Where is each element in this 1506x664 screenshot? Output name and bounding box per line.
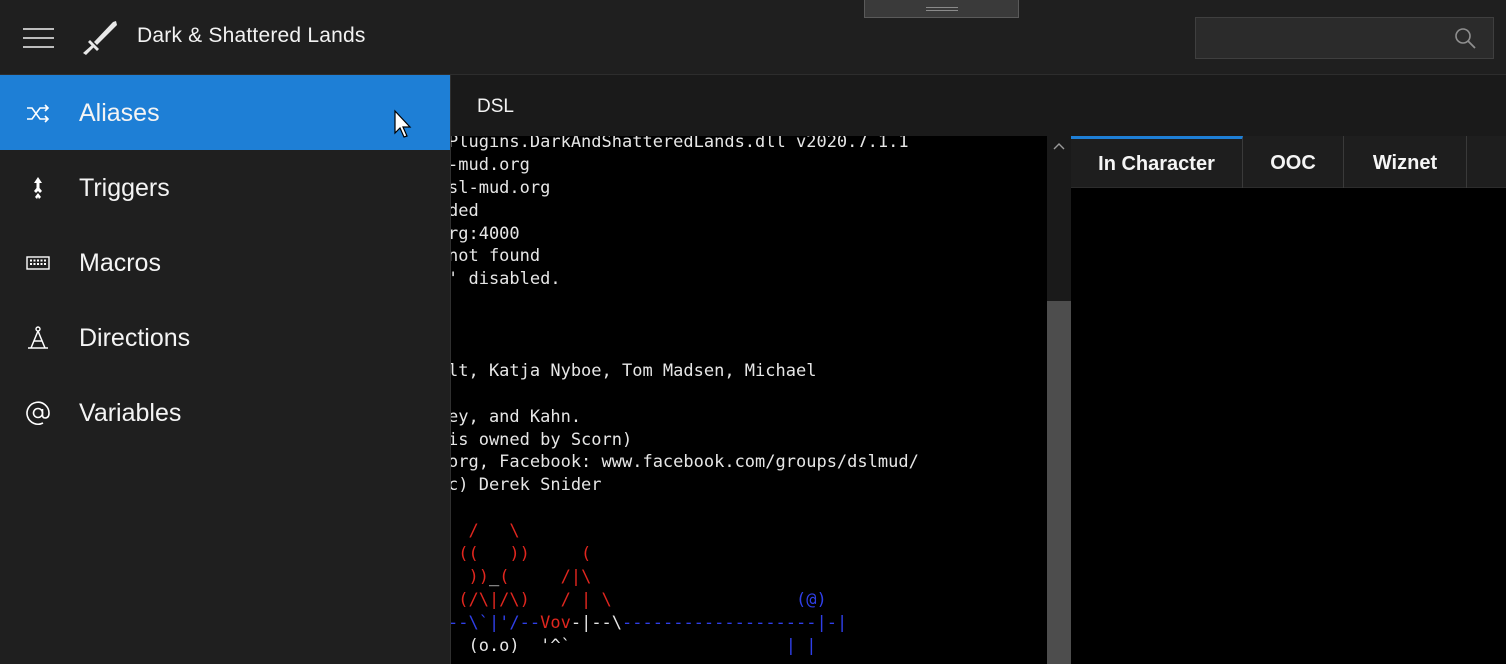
app-title: Dark & Shattered Lands — [137, 24, 366, 47]
at-sign-icon — [26, 401, 50, 425]
channel-panel: In Character OOC Wiznet — [1071, 136, 1506, 664]
main-header: DSL — [451, 75, 1506, 137]
terminal-line: is owned by Scorn) — [451, 429, 919, 452]
tab-wiznet[interactable]: Wiznet — [1344, 136, 1467, 188]
sidebar-item-macros[interactable]: Macros — [0, 225, 450, 300]
terminal-segment: -------------------|-| — [622, 612, 848, 633]
terminal-line: (o.o) '^` | | — [451, 635, 919, 658]
terminal-line: org, Facebook: www.facebook.com/groups/d… — [451, 451, 919, 474]
terminal-segment: --\`|'/-- — [451, 612, 541, 633]
terminal-segment: ded — [451, 200, 479, 221]
sidebar: Aliases Triggers Macros Directions Varia… — [0, 75, 451, 664]
trigger-arrow-icon — [34, 177, 42, 199]
terminal-line: --\`|'/--Vov-|--\-------------------|-| — [451, 612, 919, 635]
terminal-line: -mud.org — [451, 154, 919, 177]
shuffle-icon — [27, 104, 50, 123]
terminal-line: (( )) ( — [451, 543, 919, 566]
terminal-line: rg:4000 — [451, 223, 919, 246]
terminal-line: ded — [451, 200, 919, 223]
sidebar-item-label: Aliases — [79, 99, 160, 127]
sidebar-item-triggers[interactable]: Triggers — [0, 150, 450, 225]
sidebar-item-directions[interactable]: Directions — [0, 300, 450, 375]
terminal-line: / \ — [451, 520, 919, 543]
terminal-line: not found — [451, 245, 919, 268]
terminal-segment: rg:4000 — [451, 223, 520, 244]
sidebar-item-variables[interactable]: Variables — [0, 375, 450, 450]
terminal-segment: sl-mud.org — [451, 177, 551, 198]
terminal-line: (/\|/\) / | \ (@) — [451, 589, 919, 612]
hamburger-menu-button[interactable] — [23, 28, 54, 48]
terminal-text: Plugins.DarkAndShatteredLands.dll v2020.… — [451, 136, 919, 657]
sidebar-item-label: Triggers — [79, 174, 170, 202]
terminal-segment: not found — [451, 246, 541, 267]
sidebar-item-label: Variables — [79, 399, 182, 427]
terminal-segment: ( /|\ — [499, 566, 592, 587]
terminal-line: lt, Katja Nyboe, Tom Madsen, Michael — [451, 360, 919, 383]
search-box[interactable] — [1195, 17, 1494, 59]
terminal-segment: (( )) ( — [451, 544, 592, 565]
terminal-line: c) Derek Snider — [451, 474, 919, 497]
terminal-segment: | | — [570, 635, 817, 656]
tab-ooc[interactable]: OOC — [1243, 136, 1344, 188]
terminal-segment: (/\|/\) / | \ — [451, 589, 612, 610]
terminal-scrollbar[interactable] — [1047, 136, 1071, 664]
terminal-segment: (@) — [611, 589, 827, 610]
terminal-line: ey, and Kahn. — [451, 406, 919, 429]
terminal-segment: ey, and Kahn. — [451, 406, 582, 427]
sidebar-item-label: Macros — [79, 249, 161, 277]
search-icon[interactable] — [1454, 27, 1476, 49]
terminal-line: sl-mud.org — [451, 177, 919, 200]
terminal-segment: -mud.org — [451, 154, 530, 175]
terminal-segment: -|--\ — [570, 612, 623, 633]
mouse-pointer-icon — [394, 109, 412, 138]
terminal-output[interactable]: Plugins.DarkAndShatteredLands.dll v2020.… — [451, 136, 1047, 664]
terminal-segment: Plugins.DarkAndShatteredLands.dll v2020.… — [451, 136, 909, 152]
terminal-segment: is owned by Scorn) — [451, 429, 633, 450]
terminal-segment: c) Derek Snider — [451, 475, 602, 496]
compass-icon — [28, 326, 48, 349]
sidebar-item-label: Directions — [79, 324, 191, 352]
terminal-line: ))_( /|\ — [451, 566, 919, 589]
sidebar-item-aliases[interactable]: Aliases — [0, 75, 450, 150]
scrollbar-thumb[interactable] — [1047, 301, 1071, 664]
tab-in-character[interactable]: In Character — [1071, 136, 1243, 188]
terminal-segment: / \ — [451, 521, 520, 542]
terminal-line: ' disabled. — [451, 268, 919, 291]
sword-icon — [83, 21, 117, 55]
title-bar: Dark & Shattered Lands — [0, 0, 1506, 75]
search-input[interactable] — [1196, 18, 1466, 58]
channel-tabs: In Character OOC Wiznet — [1071, 136, 1506, 188]
tab-dsl[interactable]: DSL — [477, 96, 514, 118]
terminal-segment: (o.o) '^` — [451, 635, 571, 656]
keyboard-icon — [26, 256, 50, 270]
drag-handle[interactable] — [864, 0, 1019, 18]
terminal-segment: Vov — [540, 612, 571, 633]
terminal-line: Plugins.DarkAndShatteredLands.dll v2020.… — [451, 136, 919, 154]
terminal-segment: _ — [488, 566, 500, 587]
terminal-segment: lt, Katja Nyboe, Tom Madsen, Michael — [451, 360, 817, 381]
terminal-segment: )) — [451, 566, 489, 587]
chevron-up-icon[interactable] — [1052, 140, 1066, 154]
terminal-segment: org, Facebook: www.facebook.com/groups/d… — [451, 452, 919, 473]
terminal-segment: ' disabled. — [451, 269, 561, 290]
